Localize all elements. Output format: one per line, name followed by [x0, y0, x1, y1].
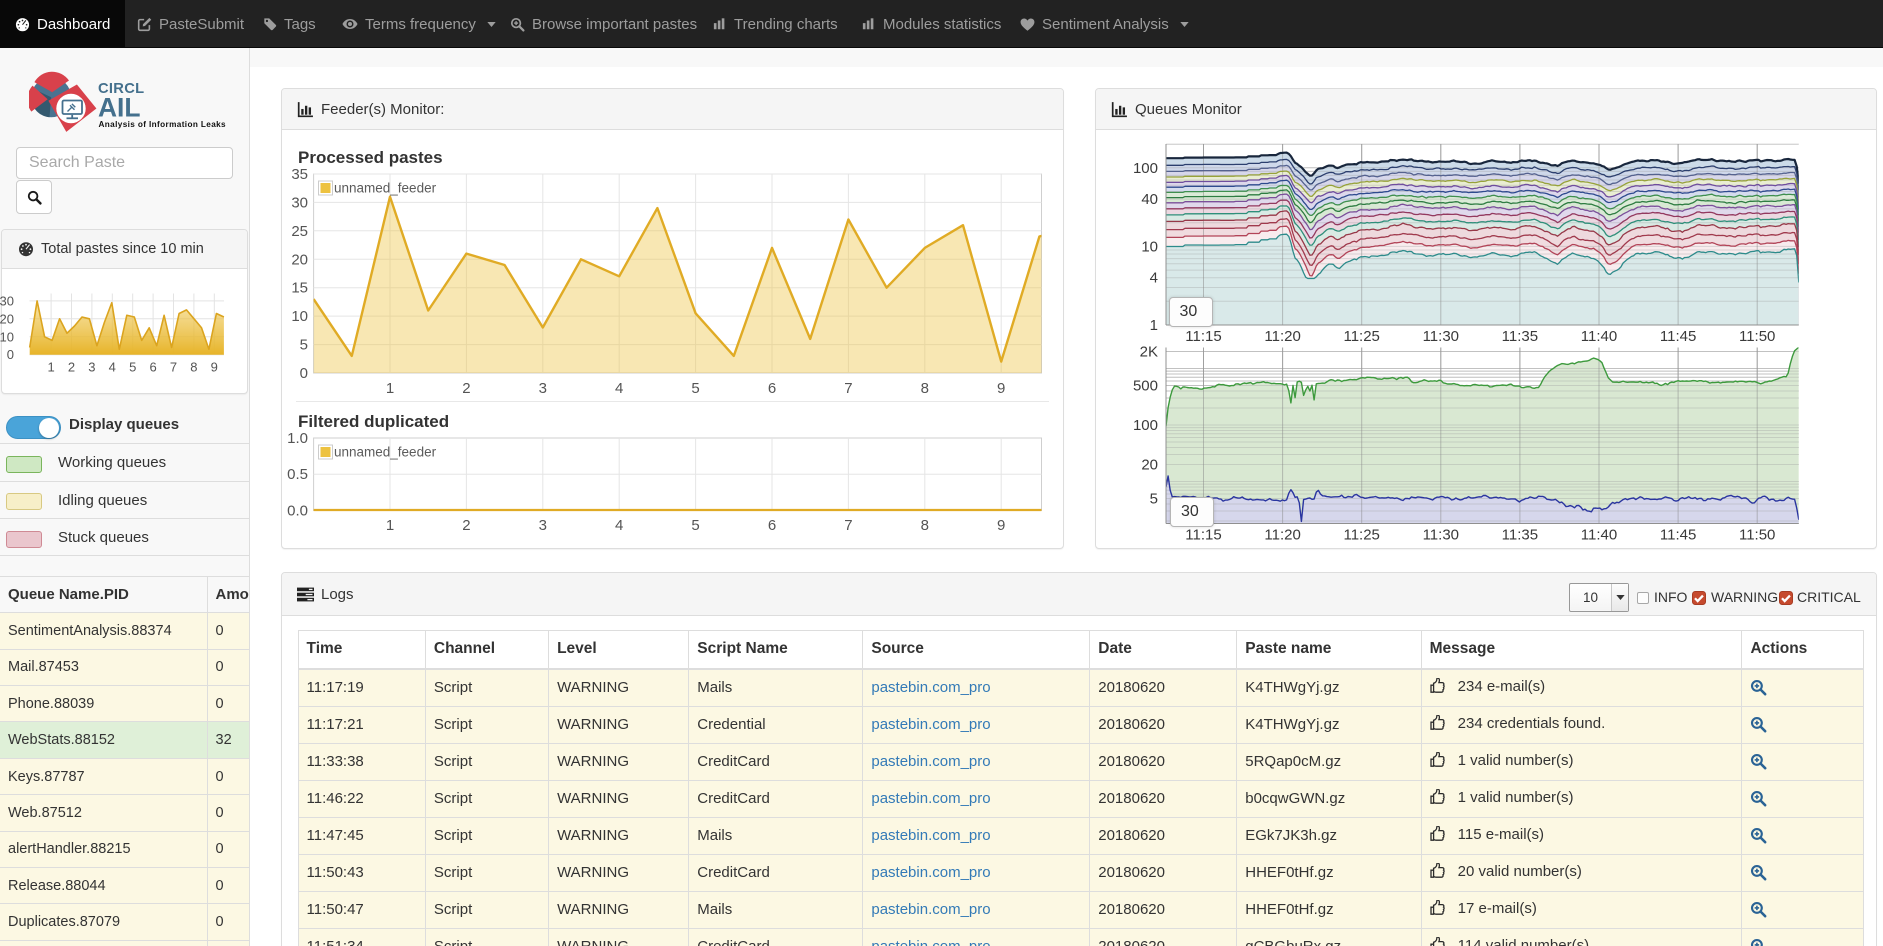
svg-text:Analysis of Information Leaks: Analysis of Information Leaks	[99, 120, 227, 129]
svg-text:CIRCL: CIRCL	[98, 81, 144, 97]
